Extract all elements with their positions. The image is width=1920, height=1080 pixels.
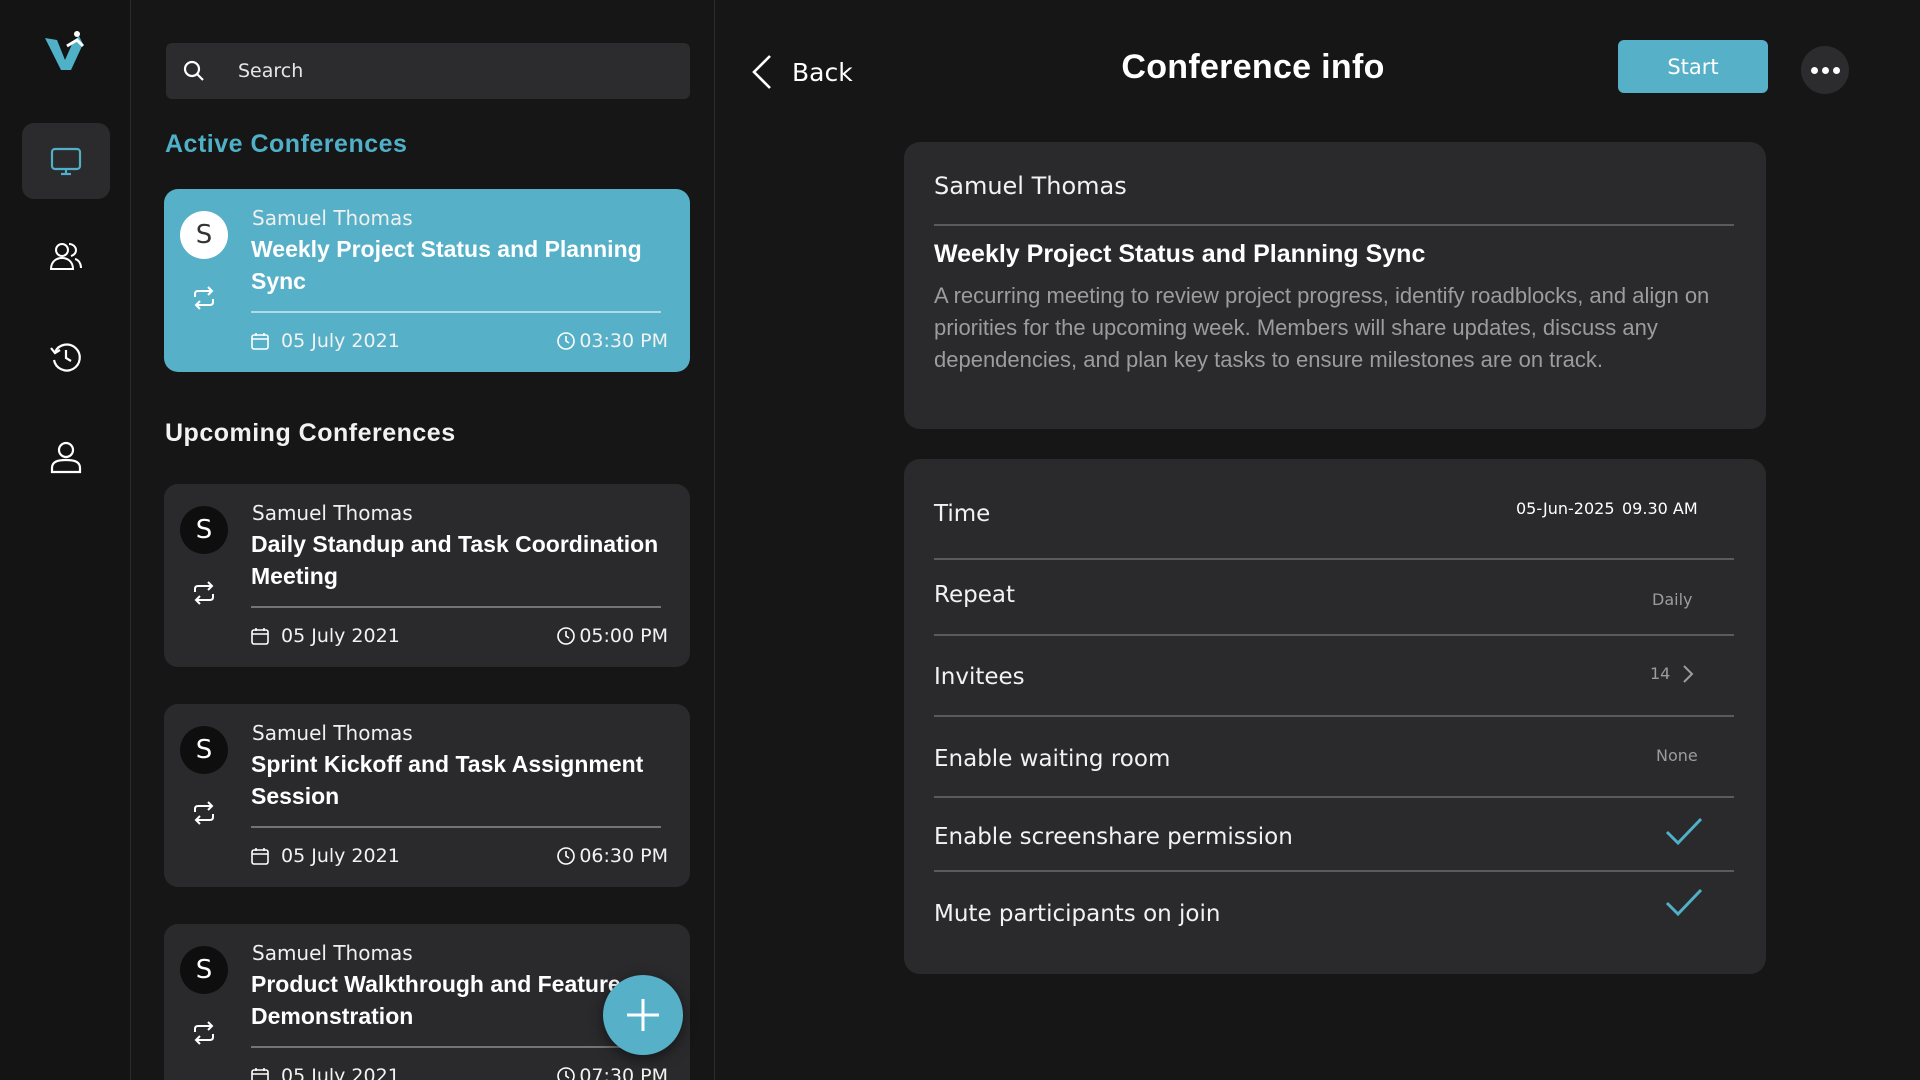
card-owner: Samuel Thomas [252, 501, 413, 525]
card-time: 03:30 PM [579, 330, 668, 352]
upcoming-conferences-heading: Upcoming Conferences [165, 419, 456, 447]
settings-row-repeat[interactable]: Repeat Daily [934, 560, 1734, 636]
settings-row-screenshare[interactable]: Enable screenshare permission [934, 798, 1734, 872]
upcoming-conference-card[interactable]: S Samuel Thomas Sprint Kickoff and Task … [164, 704, 690, 887]
contacts-icon [49, 243, 82, 270]
clock-icon [557, 847, 575, 865]
repeat-value: Daily [1652, 590, 1693, 609]
info-owner: Samuel Thomas [934, 172, 1127, 200]
card-date: 05 July 2021 [281, 330, 400, 352]
settings-row-mute-on-join[interactable]: Mute participants on join [934, 872, 1734, 952]
card-divider [251, 606, 661, 608]
repeat-icon [194, 286, 214, 310]
card-title: Product Walkthrough and Feature Demonstr… [251, 971, 621, 1029]
rail-item-contacts[interactable] [22, 218, 110, 294]
repeat-icon [194, 581, 214, 605]
calendar-icon [251, 848, 269, 865]
more-dot-icon [1821, 66, 1829, 74]
card-owner: Samuel Thomas [252, 941, 413, 965]
card-divider [251, 1046, 661, 1048]
card-time: 05:00 PM [579, 625, 668, 647]
icon-rail [0, 0, 131, 1080]
more-dot-icon [1832, 66, 1840, 74]
info-divider [934, 224, 1734, 226]
card-owner: Samuel Thomas [252, 721, 413, 745]
avatar: S [180, 726, 228, 774]
card-divider [251, 826, 661, 828]
calendar-icon [251, 1068, 269, 1080]
search-input[interactable] [238, 43, 668, 99]
avatar: S [180, 946, 228, 994]
avatar: S [180, 506, 228, 554]
more-options-button[interactable] [1801, 46, 1849, 94]
history-icon [50, 343, 81, 372]
card-title: Sprint Kickoff and Task Assignment Sessi… [251, 751, 644, 809]
row-label: Mute participants on join [934, 901, 1221, 927]
card-time: 07:30 PM [579, 1065, 668, 1080]
clock-icon [557, 627, 575, 645]
checkmark-icon[interactable] [1664, 816, 1704, 848]
settings-row-invitees[interactable]: Invitees 14 [934, 636, 1734, 717]
search-bar[interactable] [166, 43, 690, 99]
card-divider [251, 311, 661, 313]
info-title: Weekly Project Status and Planning Sync [934, 240, 1426, 268]
rail-item-history[interactable] [22, 319, 110, 395]
card-owner: Samuel Thomas [252, 206, 413, 230]
upcoming-conference-card[interactable]: S Samuel Thomas Daily Standup and Task C… [164, 484, 690, 667]
chevron-right-icon [1683, 665, 1694, 683]
row-label: Enable screenshare permission [934, 824, 1293, 850]
start-button[interactable]: Start [1618, 40, 1768, 93]
app-logo-icon[interactable] [43, 30, 89, 74]
card-time: 06:30 PM [579, 845, 668, 867]
time-date-value: 05-Jun-2025 [1516, 499, 1615, 518]
conference-list-panel: Active Conferences S Samuel Thomas Weekl… [131, 0, 715, 1080]
active-conferences-heading: Active Conferences [165, 130, 408, 158]
search-icon [183, 60, 204, 81]
calendar-icon [251, 628, 269, 645]
calendar-icon [251, 333, 269, 350]
checkmark-icon[interactable] [1664, 887, 1704, 919]
conference-detail: Back Conference info Start Samuel Thomas… [716, 0, 1920, 1080]
card-date: 05 July 2021 [281, 1065, 400, 1080]
card-title: Weekly Project Status and Planning Sync [251, 236, 642, 294]
invitees-count: 14 [1650, 664, 1671, 683]
card-title: Daily Standup and Task Coordination Meet… [251, 531, 659, 589]
more-dot-icon [1810, 66, 1818, 74]
monitor-icon [50, 147, 82, 176]
row-label: Enable waiting room [934, 746, 1171, 772]
active-conference-card[interactable]: S Samuel Thomas Weekly Project Status an… [164, 189, 690, 372]
repeat-icon [194, 801, 214, 825]
clock-icon [557, 1067, 575, 1080]
card-date: 05 July 2021 [281, 625, 400, 647]
settings-row-waiting-room[interactable]: Enable waiting room None [934, 717, 1734, 798]
waiting-room-value: None [1656, 746, 1698, 765]
clock-icon [557, 332, 575, 350]
time-value: 09.30 AM [1622, 499, 1698, 518]
conference-info-card: Samuel Thomas Weekly Project Status and … [904, 142, 1766, 429]
conference-settings-card: Time 05-Jun-2025 09.30 AM Repeat Daily I… [904, 459, 1766, 974]
profile-icon [50, 441, 82, 474]
row-label: Repeat [934, 582, 1015, 608]
avatar: S [180, 211, 228, 259]
row-label: Invitees [934, 664, 1025, 690]
info-description: A recurring meeting to review project pr… [934, 283, 1710, 372]
repeat-icon [194, 1021, 214, 1045]
rail-item-profile[interactable] [22, 419, 110, 495]
settings-row-time[interactable]: Time 05-Jun-2025 09.30 AM [934, 459, 1734, 560]
rail-item-conferences[interactable] [22, 123, 110, 199]
add-conference-button[interactable] [603, 975, 683, 1055]
plus-icon [627, 999, 659, 1031]
row-label: Time [934, 501, 991, 527]
card-date: 05 July 2021 [281, 845, 400, 867]
